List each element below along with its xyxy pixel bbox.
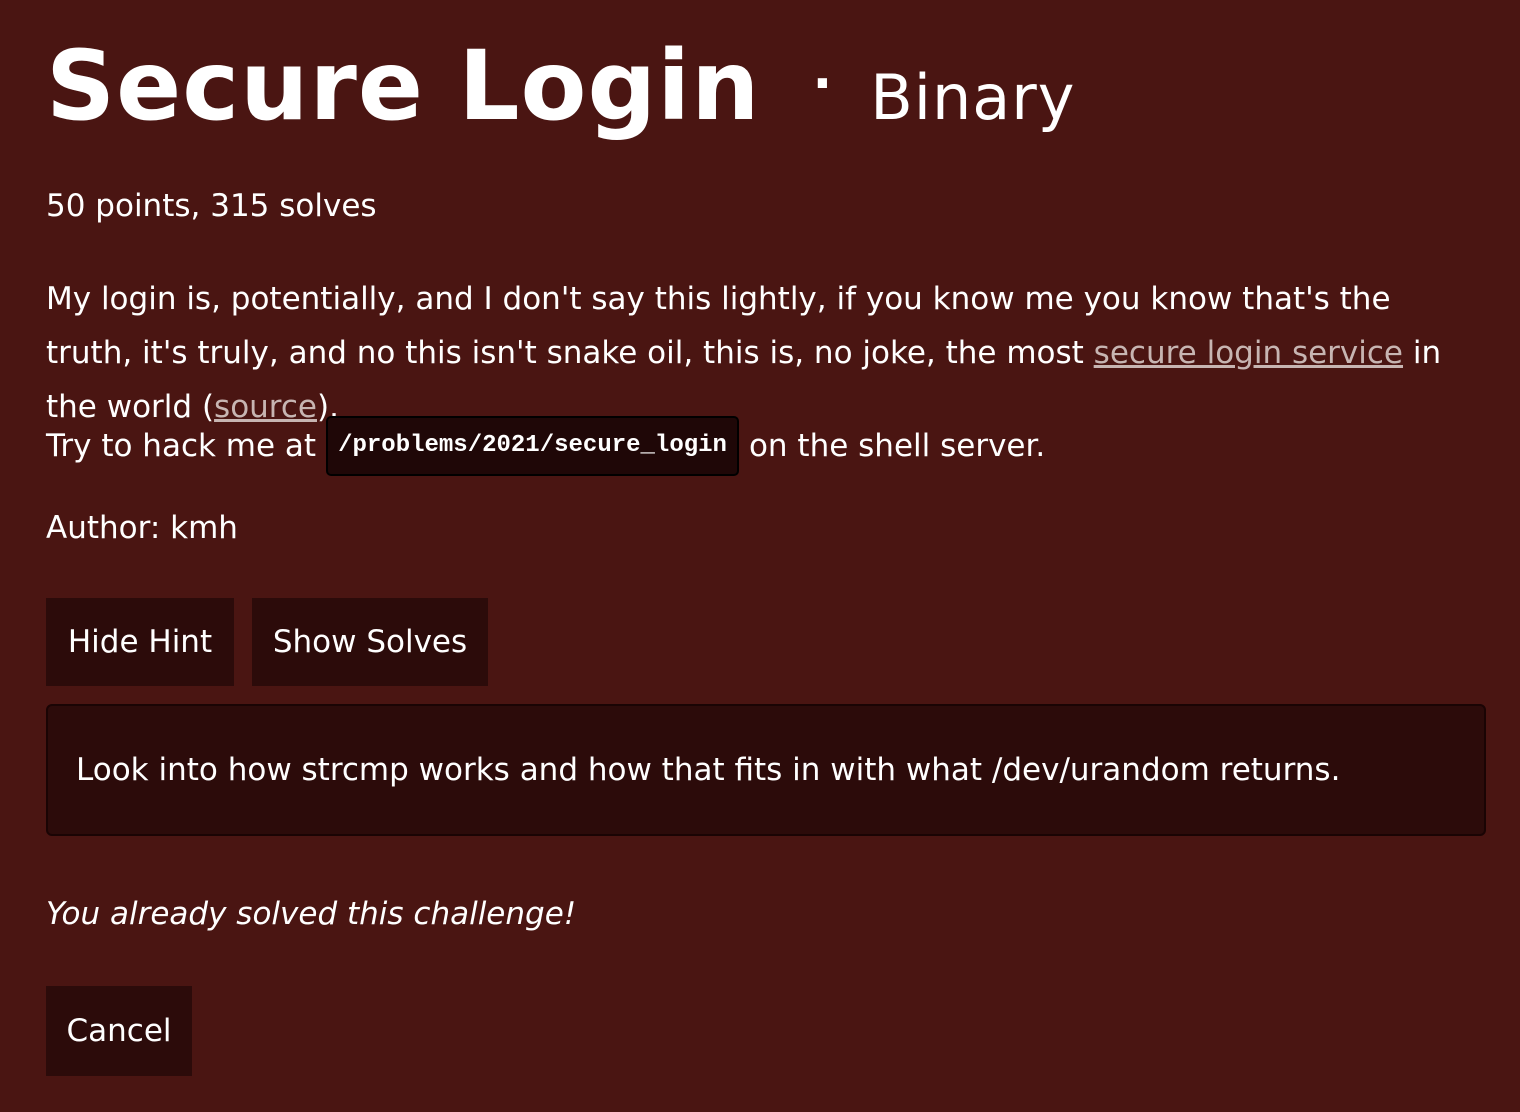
challenge-header: Secure Login · Binary bbox=[46, 38, 1075, 134]
hint-panel: Look into how strcmp works and how that … bbox=[46, 704, 1486, 836]
challenge-page: Secure Login · Binary 50 points, 315 sol… bbox=[0, 0, 1520, 1112]
points-solves-info: 50 points, 315 solves bbox=[46, 188, 377, 224]
challenge-author: Author: kmh bbox=[46, 510, 238, 546]
show-solves-button[interactable]: Show Solves bbox=[252, 598, 488, 686]
shell-server-info: Try to hack me at /problems/2021/secure_… bbox=[46, 416, 1045, 476]
title-separator: · bbox=[812, 54, 833, 114]
problem-path-code: /problems/2021/secure_login bbox=[326, 416, 739, 476]
secure-login-service-link[interactable]: secure login service bbox=[1094, 335, 1403, 371]
challenge-description: My login is, potentially, and I don't sa… bbox=[46, 272, 1486, 434]
challenge-category: Binary bbox=[870, 61, 1076, 134]
cancel-button[interactable]: Cancel bbox=[46, 986, 192, 1076]
shell-prefix-text: Try to hack me at bbox=[46, 428, 317, 464]
hide-hint-button[interactable]: Hide Hint bbox=[46, 598, 234, 686]
solved-status-message: You already solved this challenge! bbox=[46, 896, 577, 932]
challenge-title: Secure Login bbox=[46, 30, 761, 142]
hint-text: Look into how strcmp works and how that … bbox=[76, 752, 1341, 788]
shell-suffix-text: on the shell server. bbox=[748, 428, 1046, 464]
